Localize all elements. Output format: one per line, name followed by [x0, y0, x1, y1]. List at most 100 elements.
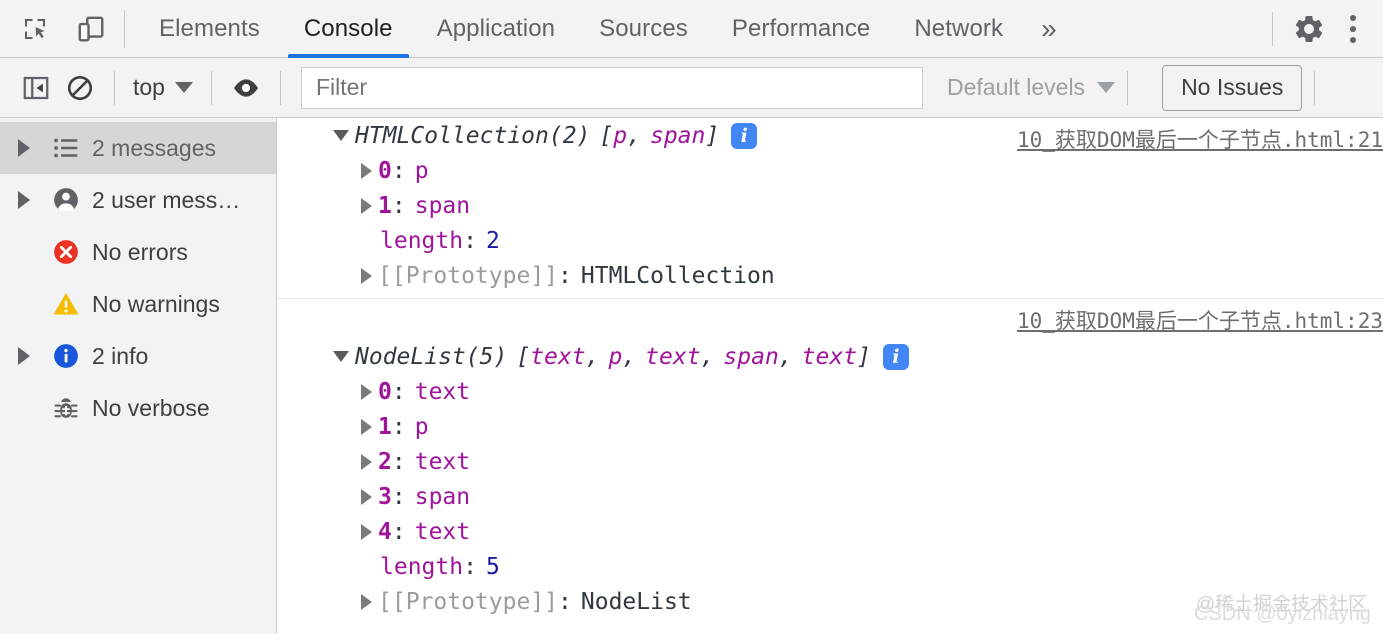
sidebar-item-label: No errors: [92, 238, 188, 265]
expand-triangle-icon[interactable]: [18, 139, 44, 157]
execution-context-selector[interactable]: top: [127, 74, 199, 101]
tab-sources[interactable]: Sources: [577, 0, 710, 58]
sidebar-item-user-messages[interactable]: 2 user mess…: [0, 174, 276, 226]
preview-close-bracket: ]: [857, 343, 871, 370]
tab-application[interactable]: Application: [415, 0, 578, 58]
property-colon: :: [558, 588, 572, 615]
tab-network[interactable]: Network: [892, 0, 1025, 58]
preview-open-bracket: [: [516, 343, 531, 370]
expand-triangle-icon[interactable]: [361, 453, 372, 470]
property-key: length: [380, 227, 464, 254]
tabs-overflow-icon[interactable]: »: [1025, 0, 1073, 58]
property-value: 2: [485, 227, 500, 254]
chevron-down-icon: [1097, 82, 1116, 93]
sidebar-item-verbose[interactable]: No verbose: [0, 382, 276, 434]
object-prototype-row[interactable]: [[Prototype]] : NodeList: [277, 584, 1383, 619]
sidebar-item-label: 2 info: [92, 342, 149, 369]
preview-item: span: [723, 343, 779, 370]
preview-separator: ,: [585, 343, 600, 370]
property-value: NodeList: [580, 588, 692, 615]
preview-open-bracket: [: [599, 122, 614, 149]
info-badge-icon[interactable]: i: [731, 122, 758, 149]
devtools-tabbar: Elements Console Application Sources Per…: [0, 0, 1383, 58]
tab-console[interactable]: Console: [282, 0, 415, 58]
sidebar-item-errors[interactable]: No errors: [0, 226, 276, 278]
tabbar-divider: [124, 9, 125, 48]
console-body: 2 messages 2 user mess… No errors No war…: [0, 118, 1383, 634]
property-key: [[Prototype]]: [378, 588, 559, 615]
error-icon: [44, 237, 88, 267]
console-message: 10_获取DOM最后一个子节点.html:21 HTMLCollection(2…: [277, 118, 1383, 298]
expand-triangle-icon[interactable]: [361, 162, 372, 179]
live-expression-eye-icon[interactable]: [224, 66, 268, 110]
property-colon: :: [558, 262, 572, 289]
preview-item: text: [801, 343, 858, 370]
object-property-row[interactable]: 2 : text: [277, 444, 1383, 479]
warning-icon: [44, 289, 88, 319]
object-property-row[interactable]: 1 : p: [277, 409, 1383, 444]
object-property-row[interactable]: 1 : span: [277, 188, 1383, 223]
object-property-row[interactable]: 4 : text: [277, 514, 1383, 549]
source-link[interactable]: 10_获取DOM最后一个子节点.html:23: [1017, 305, 1383, 335]
preview-separator: ,: [622, 343, 637, 370]
collapse-triangle-icon[interactable]: [333, 130, 349, 141]
sidebar-item-label: No verbose: [92, 394, 210, 421]
filter-placeholder: Filter: [315, 74, 368, 100]
expand-triangle-icon[interactable]: [361, 488, 372, 505]
tabbar-right-divider: [1272, 11, 1273, 46]
object-type-name: HTMLCollection(2): [355, 122, 591, 149]
sidebar-item-warnings[interactable]: No warnings: [0, 278, 276, 330]
log-levels-dropdown[interactable]: Default levels: [947, 74, 1116, 101]
sidebar-item-info[interactable]: 2 info: [0, 330, 276, 382]
property-colon: :: [463, 227, 477, 254]
console-filter-toolbar: top Filter Default levels No Issues: [0, 58, 1383, 118]
object-property-row[interactable]: 0 : text: [277, 374, 1383, 409]
expand-triangle-icon[interactable]: [361, 267, 372, 284]
tab-performance[interactable]: Performance: [710, 0, 893, 58]
list-icon: [44, 133, 88, 163]
sidebar-item-messages[interactable]: 2 messages: [0, 122, 276, 174]
source-link[interactable]: 10_获取DOM最后一个子节点.html:21: [1017, 124, 1383, 154]
collapse-triangle-icon[interactable]: [333, 351, 349, 362]
expand-triangle-icon[interactable]: [18, 347, 44, 365]
filter-input[interactable]: Filter: [300, 66, 923, 109]
device-toolbar-icon[interactable]: [70, 8, 112, 50]
property-key: 1: [378, 192, 392, 219]
property-value: p: [414, 413, 429, 440]
property-key: 1: [378, 413, 392, 440]
devtools-window: Elements Console Application Sources Per…: [0, 0, 1383, 634]
object-prototype-row[interactable]: [[Prototype]] : HTMLCollection: [277, 258, 1383, 293]
expand-triangle-icon[interactable]: [361, 523, 372, 540]
chevron-down-icon: [174, 82, 193, 93]
kebab-menu-icon[interactable]: [1333, 5, 1373, 53]
tab-elements[interactable]: Elements: [137, 0, 282, 58]
inspect-element-icon[interactable]: [14, 8, 56, 50]
clear-console-icon[interactable]: [58, 66, 102, 110]
object-property-row[interactable]: 0 : p: [277, 153, 1383, 188]
property-colon: :: [391, 157, 406, 184]
expand-triangle-icon[interactable]: [18, 191, 44, 209]
expand-triangle-icon[interactable]: [361, 383, 372, 400]
property-key: 4: [378, 518, 392, 545]
property-value: p: [414, 157, 429, 184]
no-issues-button[interactable]: No Issues: [1162, 64, 1303, 111]
gear-icon[interactable]: [1285, 5, 1333, 53]
property-value: text: [414, 378, 471, 405]
console-message-header[interactable]: NodeList(5) [ text , p , text , span , t…: [277, 339, 1383, 374]
expand-triangle-icon[interactable]: [361, 197, 372, 214]
expand-triangle-icon[interactable]: [361, 418, 372, 435]
preview-item: p: [608, 343, 623, 370]
preview-separator: ,: [627, 122, 641, 149]
property-value: text: [414, 448, 471, 475]
console-output: 10_获取DOM最后一个子节点.html:21 HTMLCollection(2…: [277, 118, 1383, 634]
filterbar-divider-5: [1314, 70, 1316, 105]
expand-triangle-icon[interactable]: [361, 593, 372, 610]
console-message: 10_获取DOM最后一个子节点.html:23 NodeList(5) [ te…: [277, 298, 1383, 619]
sidebar-toggle-icon[interactable]: [14, 66, 58, 110]
property-value: text: [414, 518, 471, 545]
info-badge-icon[interactable]: i: [882, 343, 909, 370]
property-key: 3: [378, 483, 392, 510]
property-colon: :: [391, 413, 406, 440]
execution-context-label: top: [133, 74, 165, 100]
object-property-row[interactable]: 3 : span: [277, 479, 1383, 514]
